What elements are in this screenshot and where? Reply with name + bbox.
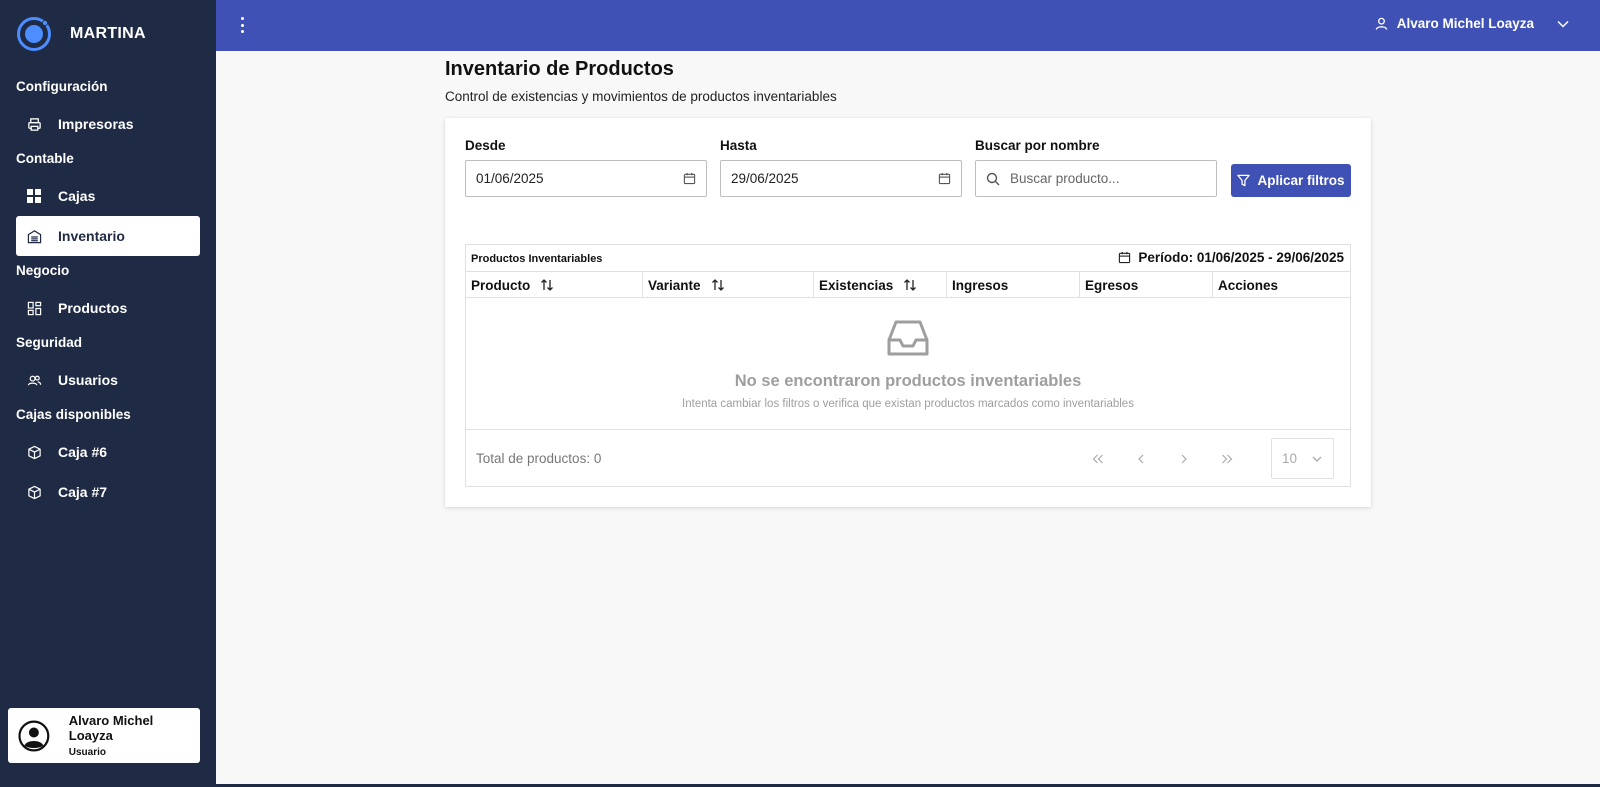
column-header-egresos: Egresos bbox=[1080, 272, 1213, 298]
sidebar-item-cajas[interactable]: Cajas bbox=[16, 176, 200, 216]
nav-section-seguridad: Seguridad bbox=[16, 335, 83, 350]
column-header-variante[interactable]: Variante bbox=[643, 272, 814, 298]
sort-icon[interactable] bbox=[711, 278, 725, 292]
chevron-down-icon bbox=[1556, 17, 1570, 31]
avatar-icon bbox=[18, 720, 50, 751]
from-date-value: 01/06/2025 bbox=[476, 171, 544, 186]
total-products: Total de productos: 0 bbox=[476, 451, 602, 466]
sidebar: MARTINA Configuración Impresoras Contabl… bbox=[0, 0, 216, 787]
calendar-icon[interactable] bbox=[683, 172, 696, 185]
sidebar-user-role: Usuario bbox=[68, 747, 106, 758]
table-caption: Productos Inventariables Período: 01/06/… bbox=[466, 245, 1350, 272]
page-subtitle: Control de existencias y movimientos de … bbox=[445, 89, 837, 104]
calendar-icon bbox=[1118, 251, 1131, 264]
user-menu[interactable]: Alvaro Michel Loayza bbox=[1374, 0, 1570, 47]
sidebar-item-usuarios[interactable]: Usuarios bbox=[16, 360, 200, 400]
sidebar-user-name: Alvaro Michel Loayza bbox=[68, 713, 154, 743]
from-date-label: Desde bbox=[465, 138, 506, 153]
warehouse-icon bbox=[26, 228, 42, 244]
search-input[interactable] bbox=[1010, 171, 1206, 186]
sidebar-item-impresoras[interactable]: Impresoras bbox=[16, 104, 200, 144]
to-date-value: 29/06/2025 bbox=[731, 171, 799, 186]
inbox-icon bbox=[887, 320, 929, 356]
column-header-existencias[interactable]: Existencias bbox=[814, 272, 947, 298]
search-icon bbox=[986, 172, 1000, 186]
brand-name: MARTINA bbox=[70, 25, 146, 42]
table-footer: Total de productos: 0 10 bbox=[466, 431, 1350, 487]
brand[interactable]: MARTINA bbox=[16, 16, 146, 52]
sidebar-item-label: Usuarios bbox=[58, 372, 118, 388]
dashboard-icon bbox=[26, 300, 42, 316]
search-field[interactable] bbox=[975, 160, 1217, 197]
last-page-icon[interactable] bbox=[1214, 448, 1240, 470]
table-title: Productos Inventariables bbox=[471, 253, 603, 265]
nav-section-cajas-disponibles: Cajas disponibles bbox=[16, 407, 131, 422]
more-menu-icon[interactable] bbox=[236, 14, 248, 36]
sort-icon[interactable] bbox=[903, 278, 917, 292]
column-label: Producto bbox=[471, 277, 531, 293]
previous-page-icon[interactable] bbox=[1128, 448, 1154, 470]
column-label: Acciones bbox=[1218, 277, 1279, 293]
inventory-card: Desde 01/06/2025 Hasta 29/06/2025 Buscar… bbox=[445, 118, 1371, 507]
to-date-field[interactable]: 29/06/2025 bbox=[720, 160, 962, 197]
sidebar-item-label: Cajas bbox=[58, 188, 96, 204]
column-header-producto[interactable]: Producto bbox=[466, 272, 643, 298]
column-header-acciones: Acciones bbox=[1213, 272, 1350, 298]
box-icon bbox=[26, 444, 42, 460]
inventory-table: Productos Inventariables Período: 01/06/… bbox=[465, 244, 1351, 487]
grid-icon bbox=[26, 188, 42, 204]
printer-icon bbox=[26, 116, 42, 132]
empty-state-title: No se encontraron productos inventariabl… bbox=[734, 372, 1082, 390]
column-label: Existencias bbox=[819, 277, 894, 293]
sidebar-item-label: Productos bbox=[58, 300, 128, 316]
topbar: Alvaro Michel Loayza bbox=[216, 0, 1600, 51]
period-label: Período: 01/06/2025 - 29/06/2025 bbox=[1118, 250, 1344, 265]
column-header-ingresos: Ingresos bbox=[947, 272, 1080, 298]
apply-filters-label: Aplicar filtros bbox=[1257, 173, 1345, 188]
sidebar-item-label: Caja #7 bbox=[58, 484, 108, 500]
user-icon bbox=[1374, 16, 1389, 31]
rows-per-page-value: 10 bbox=[1282, 451, 1298, 466]
sidebar-item-productos[interactable]: Productos bbox=[16, 288, 200, 328]
sidebar-item-caja-7[interactable]: Caja #7 bbox=[16, 472, 200, 512]
calendar-icon[interactable] bbox=[938, 172, 951, 185]
to-date-label: Hasta bbox=[720, 138, 757, 153]
sidebar-item-label: Inventario bbox=[58, 228, 125, 244]
search-label: Buscar por nombre bbox=[975, 138, 1100, 153]
sort-icon[interactable] bbox=[540, 278, 554, 292]
empty-state-description: Intenta cambiar los filtros o verifica q… bbox=[682, 398, 1134, 410]
nav-section-contable: Contable bbox=[16, 151, 74, 166]
topbar-user-name: Alvaro Michel Loayza bbox=[1396, 16, 1534, 31]
period-text: Período: 01/06/2025 - 29/06/2025 bbox=[1138, 250, 1344, 265]
column-label: Ingresos bbox=[952, 277, 1009, 293]
next-page-icon[interactable] bbox=[1171, 448, 1197, 470]
brand-logo-icon bbox=[17, 17, 51, 51]
box-icon bbox=[26, 484, 42, 500]
filter-icon bbox=[1237, 174, 1251, 187]
nav-section-negocio: Negocio bbox=[16, 263, 70, 278]
column-label: Variante bbox=[648, 277, 701, 293]
sidebar-item-label: Impresoras bbox=[58, 116, 134, 132]
nav-section-configuracion: Configuración bbox=[16, 79, 108, 94]
page-title: Inventario de Productos bbox=[445, 58, 674, 80]
sidebar-item-inventario[interactable]: Inventario bbox=[16, 216, 200, 256]
sidebar-item-caja-6[interactable]: Caja #6 bbox=[16, 432, 200, 472]
column-label: Egresos bbox=[1085, 277, 1139, 293]
sidebar-item-label: Caja #6 bbox=[58, 444, 108, 460]
table-header: Producto Variante Existencias Ingresos E… bbox=[466, 272, 1350, 298]
rows-per-page-select[interactable]: 10 bbox=[1271, 438, 1334, 479]
from-date-field[interactable]: 01/06/2025 bbox=[465, 160, 707, 197]
apply-filters-button[interactable]: Aplicar filtros bbox=[1231, 164, 1351, 197]
sidebar-user-card[interactable]: Alvaro Michel Loayza Usuario bbox=[8, 708, 200, 763]
empty-state: No se encontraron productos inventariabl… bbox=[466, 298, 1350, 430]
first-page-icon[interactable] bbox=[1085, 448, 1111, 470]
users-icon bbox=[26, 372, 42, 388]
chevron-down-icon bbox=[1311, 453, 1323, 465]
